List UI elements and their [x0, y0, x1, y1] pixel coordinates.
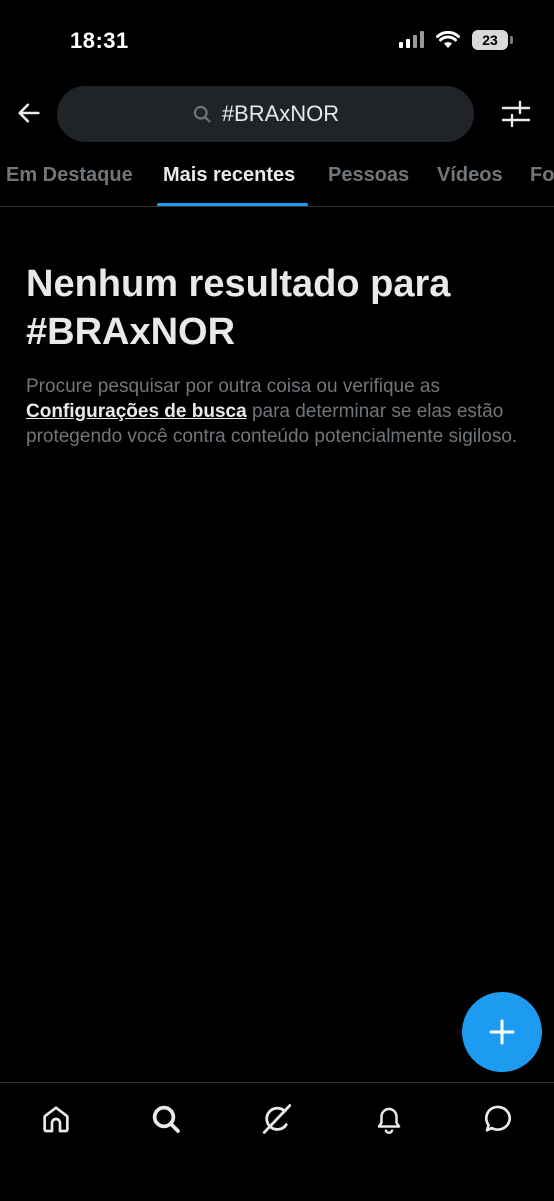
nav-messages[interactable] [481, 1101, 517, 1137]
status-bar: 18:31 23 [0, 0, 554, 80]
empty-state-body: Procure pesquisar por outra coisa ou ver… [26, 374, 526, 449]
search-filter-button[interactable] [500, 98, 532, 130]
search-settings-link[interactable]: Configurações de busca [26, 401, 247, 422]
empty-title-line2: #BRAxNOR [26, 311, 236, 353]
bell-icon [377, 1107, 401, 1134]
nav-grok[interactable] [259, 1101, 295, 1137]
arrow-left-icon [18, 103, 40, 123]
battery-icon: 23 [472, 30, 513, 50]
grok-icon [262, 1104, 292, 1134]
empty-state: Nenhum resultado para #BRAxNOR Procure p… [26, 260, 526, 449]
search-icon [193, 105, 211, 123]
search-tabs: Em Destaque Mais recentes Pessoas Vídeos… [0, 150, 554, 207]
status-time: 18:31 [70, 28, 129, 53]
search-icon [152, 1105, 180, 1133]
back-button[interactable] [12, 96, 46, 130]
empty-title-line1: Nenhum resultado para [26, 263, 451, 305]
search-query: #BRAxNOR [221, 101, 340, 126]
tab-pessoas[interactable]: Pessoas [328, 164, 409, 187]
status-icons: 23 [398, 30, 513, 50]
nav-explore[interactable] [148, 1101, 184, 1137]
sliders-icon [501, 100, 531, 128]
wifi-icon [436, 31, 460, 48]
nav-notifications[interactable] [371, 1101, 407, 1137]
tab-mais-recentes[interactable]: Mais recentes [163, 164, 295, 187]
empty-body-text-before: Procure pesquisar por outra coisa ou ver… [26, 376, 441, 397]
home-icon [43, 1106, 69, 1133]
bottom-navigation [0, 1082, 554, 1201]
message-icon [484, 1105, 512, 1132]
tab-videos[interactable]: Vídeos [437, 164, 503, 187]
tab-em-destaque[interactable]: Em Destaque [6, 164, 133, 187]
cellular-signal-icon [399, 31, 424, 48]
tab-fotos[interactable]: Fo [530, 164, 554, 187]
active-tab-indicator [157, 203, 308, 206]
search-input[interactable]: #BRAxNOR [57, 86, 474, 142]
empty-state-title: Nenhum resultado para #BRAxNOR [26, 260, 526, 356]
compose-post-button[interactable] [462, 992, 542, 1072]
plus-icon [489, 1019, 515, 1045]
nav-home[interactable] [38, 1101, 74, 1137]
search-header: #BRAxNOR [0, 86, 554, 142]
